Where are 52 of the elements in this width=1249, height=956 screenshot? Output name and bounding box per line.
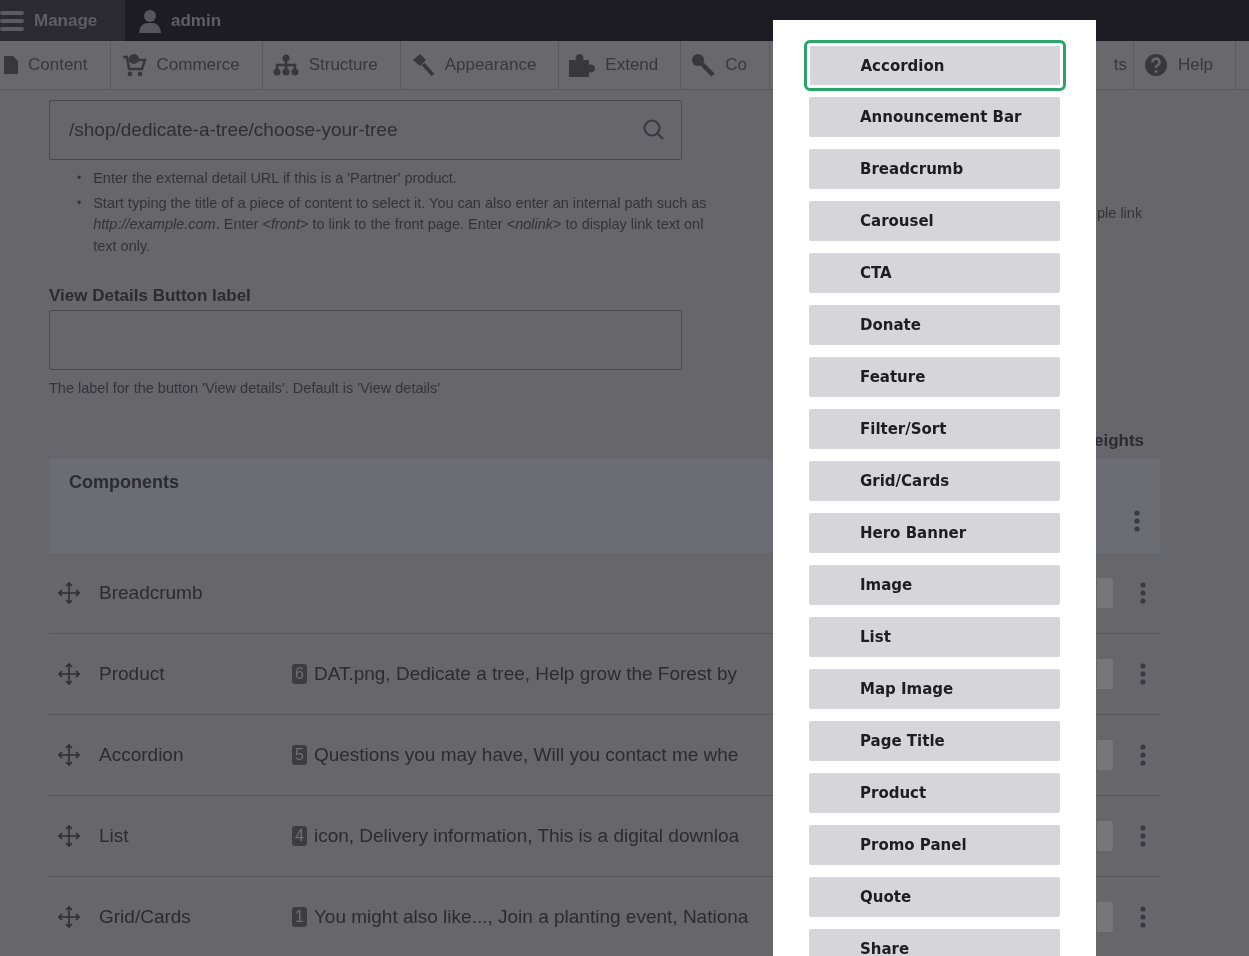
drag-icon[interactable] — [58, 825, 80, 847]
field-label: View Details Button label — [49, 286, 252, 306]
drag-icon[interactable] — [58, 663, 80, 685]
component-option-button[interactable]: CTA — [809, 253, 1060, 293]
component-option-button[interactable]: Page Title — [809, 721, 1060, 761]
component-option-button[interactable]: Filter/Sort — [809, 409, 1060, 449]
component-option-button[interactable]: Donate — [809, 305, 1060, 345]
component-summary: Questions you may have, Will you contact me whe — [313, 744, 739, 766]
user-icon — [139, 8, 161, 33]
component-option-button[interactable]: Product — [809, 773, 1060, 813]
help-icon — [1144, 53, 1169, 77]
component-option-button[interactable]: Accordion — [803, 40, 1066, 91]
component-option-button[interactable]: Hero Banner — [809, 513, 1060, 553]
kebab-icon[interactable] — [1140, 663, 1146, 685]
drag-icon[interactable] — [58, 744, 80, 766]
component-summary: DAT.png, Dedicate a tree, Help grow the Forest by — [313, 663, 738, 685]
kebab-icon[interactable] — [1140, 744, 1146, 766]
bullet: • — [77, 194, 82, 212]
component-option-button[interactable]: Promo Panel — [809, 825, 1060, 865]
menu-icon — [0, 9, 24, 32]
drag-icon[interactable] — [58, 582, 80, 604]
component-name: Accordion — [99, 744, 185, 766]
puzzle-icon — [569, 53, 596, 77]
bullet: • — [77, 170, 82, 187]
kebab-icon[interactable] — [1134, 510, 1140, 532]
component-name: List — [99, 825, 130, 847]
kebab-icon[interactable] — [1140, 582, 1146, 604]
search-icon — [643, 119, 665, 141]
kebab-icon[interactable] — [1140, 825, 1146, 847]
component-option-button[interactable]: Share — [809, 929, 1060, 956]
component-option-button[interactable]: Announcement Bar — [809, 97, 1060, 137]
drag-icon[interactable] — [58, 906, 80, 928]
table-title: Components — [69, 472, 179, 494]
component-summary: icon, Delivery information, This is a digital downloa — [313, 825, 740, 847]
component-name: Grid/Cards — [99, 906, 192, 928]
component-option-button[interactable]: Map Image — [809, 669, 1060, 709]
component-option-button[interactable]: Feature — [809, 357, 1060, 397]
component-name: Product — [99, 663, 166, 685]
component-option-button[interactable]: Quote — [809, 877, 1060, 917]
hierarchy-icon — [272, 54, 299, 76]
component-option-button[interactable]: Breadcrumb — [809, 149, 1060, 189]
component-option-button[interactable]: Image — [809, 565, 1060, 605]
component-option-button[interactable]: List — [809, 617, 1060, 657]
input-field[interactable] — [49, 310, 682, 370]
kebab-icon[interactable] — [1140, 906, 1146, 928]
component-name: Breadcrumb — [99, 582, 204, 604]
page-icon — [4, 56, 18, 74]
wrench-icon — [691, 53, 716, 77]
component-summary: You might also like..., Join a planting event, Nationa — [313, 906, 749, 928]
cart-icon — [120, 53, 147, 77]
component-option-button[interactable]: Grid/Cards — [809, 461, 1060, 501]
component-option-button[interactable]: Carousel — [809, 201, 1060, 241]
